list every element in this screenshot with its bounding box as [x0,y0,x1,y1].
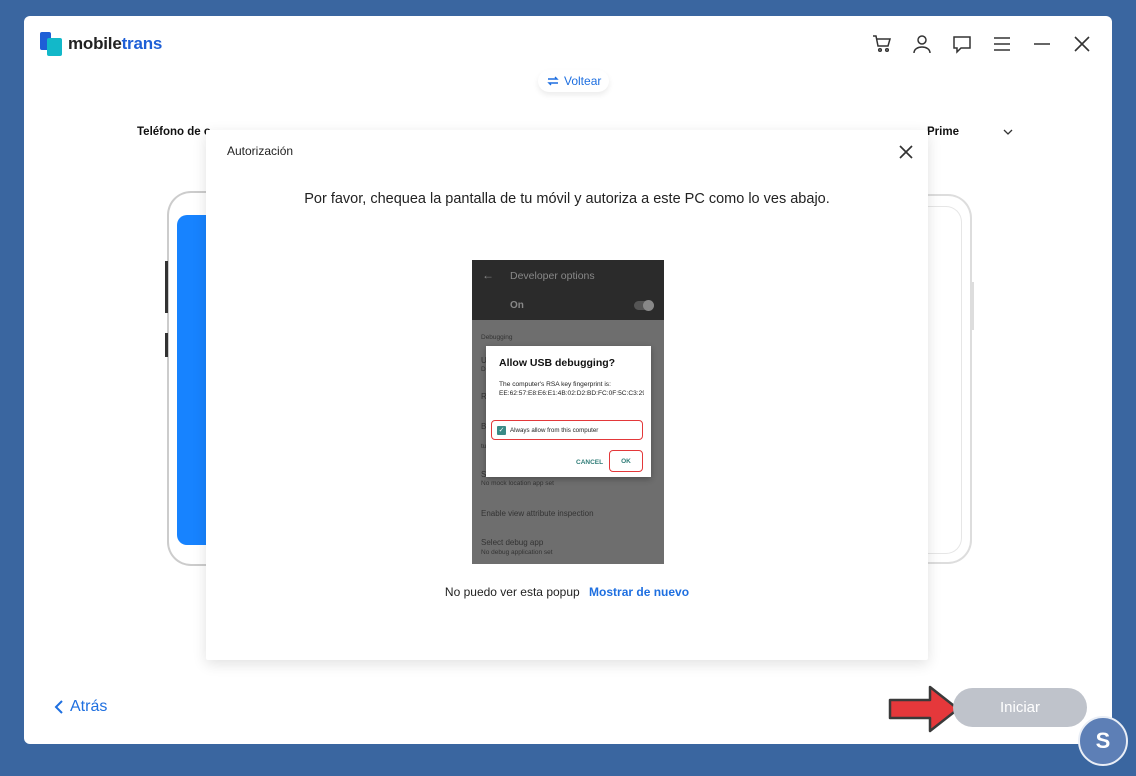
authorization-dialog: Autorización Por favor, chequea la panta… [206,130,928,660]
source-device-label: Teléfono de o [137,126,211,138]
usb-dialog-title: Allow USB debugging? [499,357,616,369]
shot-debug-sub: No debug application set [481,549,553,556]
usb-dialog-body: The computer's RSA key fingerprint is: E… [499,381,644,397]
watermark-logo: S [1078,716,1128,766]
checkmark-icon: ✓ [497,425,506,435]
dialog-footer: No puedo ver esta popup Mostrar de nuevo [206,585,928,599]
shot-view-attr: Enable view attribute inspection [481,509,594,518]
dialog-title: Autorización [227,144,294,158]
back-arrow-icon: ← [482,268,494,282]
logo-icon [40,32,62,56]
shot-row-letter: D [481,366,486,373]
destination-device-selector[interactable]: Prime [927,126,1013,138]
minimize-icon[interactable] [1030,32,1054,56]
user-icon[interactable] [910,32,934,56]
shot-section: Debugging [481,334,513,341]
menu-icon[interactable] [990,32,1014,56]
toggle-icon [634,300,654,311]
flip-label: Voltear [564,74,602,88]
dialog-close-icon[interactable] [896,142,916,162]
back-label: Atrás [70,698,108,715]
destination-device-label: Prime [927,126,959,138]
shot-header-on: On [510,300,524,311]
cart-icon[interactable] [870,32,894,56]
shot-header-title: Developer options [510,270,595,282]
back-button[interactable]: Atrás [54,698,107,716]
footer-text: No puedo ver esta popup [444,585,580,599]
red-arrow-icon [888,685,960,733]
shot-mock-sub: No mock location app set [481,480,554,487]
phone-instruction-screenshot: ← Developer options On Debugging U D R B… [472,260,664,564]
usb-cancel-label: CANCEL [576,459,604,466]
title-bar-icons [870,32,1094,56]
flip-button[interactable]: Voltear [538,70,610,92]
usb-ok-label: OK [609,450,643,472]
swap-icon [547,76,559,86]
chevron-down-icon [1003,129,1013,135]
show-again-link[interactable]: Mostrar de nuevo [589,585,689,599]
close-icon[interactable] [1070,32,1094,56]
logo-text: mobiletrans [68,34,163,53]
usb-debugging-dialog: Allow USB debugging? The computer's RSA … [486,346,651,477]
chevron-left-icon [54,700,63,714]
mobiletrans-logo: mobiletrans [40,32,162,56]
start-button[interactable]: Iniciar [953,688,1087,727]
app-window: mobiletrans Voltear Teléfono de o Prime [24,16,1112,744]
dialog-message: Por favor, chequea la pantalla de tu móv… [304,191,830,207]
feedback-icon[interactable] [950,32,974,56]
always-allow-label: Always allow from this computer [510,426,599,434]
always-allow-checkbox: ✓ Always allow from this computer [491,420,643,440]
shot-debug-app: Select debug app [481,538,544,547]
